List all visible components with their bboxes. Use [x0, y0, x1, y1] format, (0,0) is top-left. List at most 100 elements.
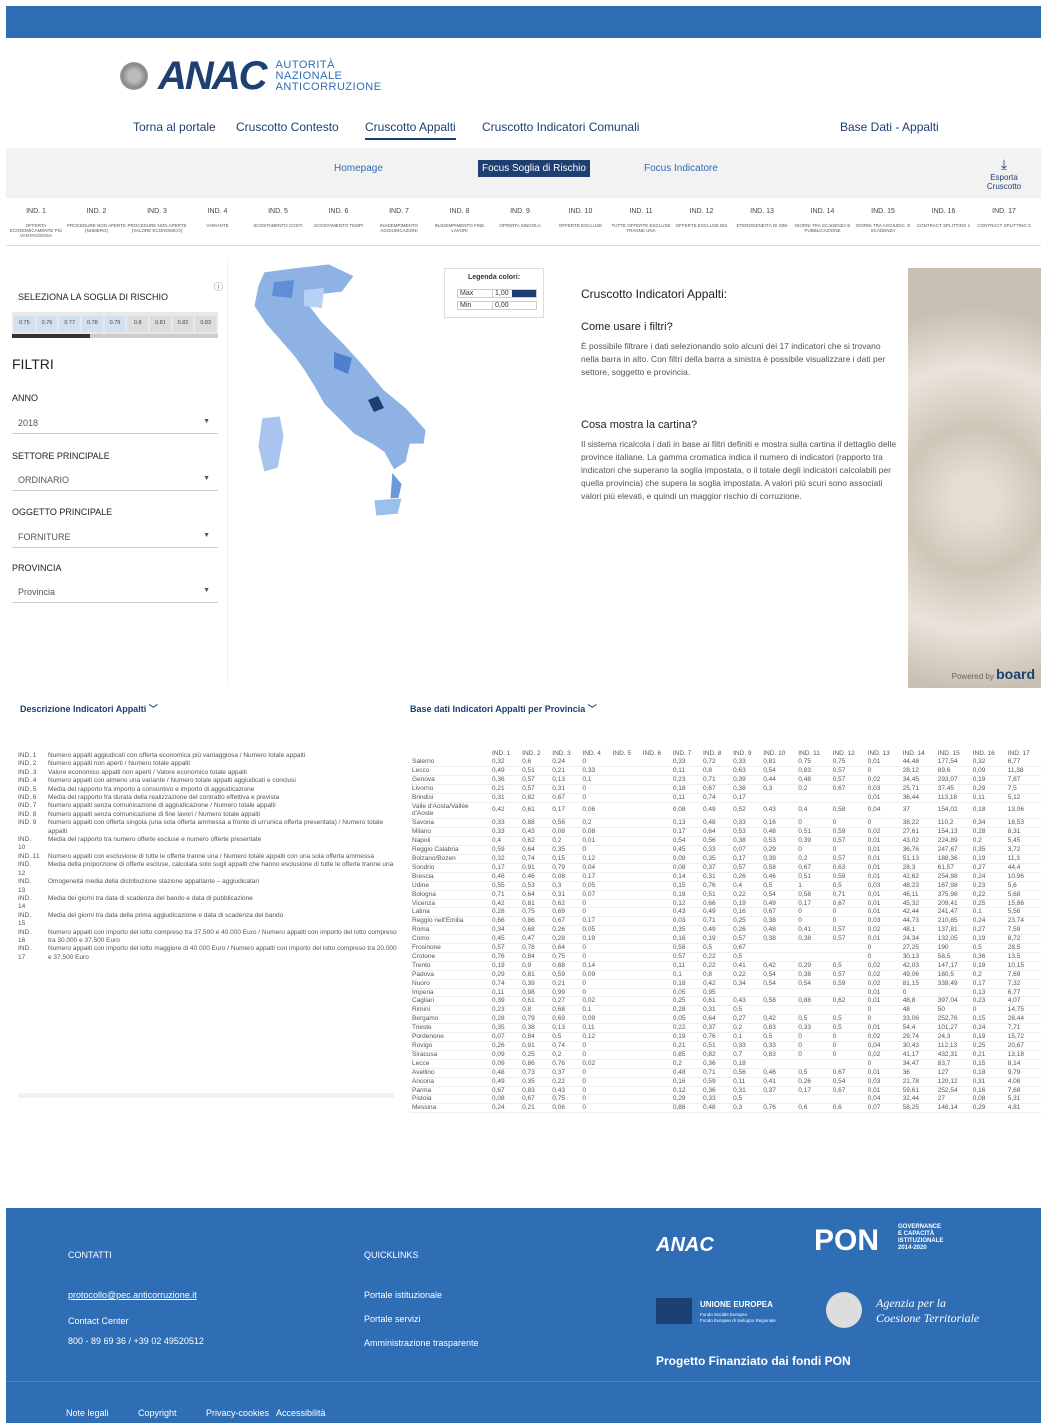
threshold-option[interactable]: 0.76 — [36, 316, 58, 332]
table-col-header[interactable]: IND. 11 — [796, 748, 830, 758]
footer-accessibilita[interactable]: Accessibilità — [276, 1408, 326, 1418]
indicator-tab-14[interactable]: IND. 14 GIORNI TRA SCADENZA E PUBBLICAZIO… — [793, 200, 853, 246]
nav-cruscotto-contesto[interactable]: Cruscotto Contesto — [236, 120, 339, 134]
desc-row: IND. 5 Media del rapporto fra importo a c… — [18, 785, 255, 793]
footer-contact-center[interactable]: Contact Center — [68, 1316, 129, 1326]
desc-section-toggle[interactable]: Descrizione Indicatori Appalti ﹀ — [20, 702, 158, 715]
main-nav: Torna al portale Cruscotto Contesto Crus… — [0, 120, 1041, 140]
nav-cruscotto-appalti[interactable]: Cruscotto Appalti — [365, 120, 456, 140]
threshold-option[interactable]: 0.81 — [150, 316, 171, 332]
footer-privacy[interactable]: Privacy-cookies — [206, 1408, 269, 1418]
tab-focus-soglia[interactable]: Focus Soglia di Rischio — [478, 160, 590, 177]
table-col-header[interactable]: IND. 5 — [611, 748, 641, 758]
indicator-tab-1[interactable]: IND. 1 OFFERTA ECONOMICAMENTE PIÙ VANTAGG… — [6, 200, 66, 246]
threshold-option[interactable]: 0.75 — [14, 316, 35, 332]
province-data-table: IND. 1 IND. 2 IND. 3 IND. 4 IND. 5 IND. 6 IND.… — [410, 748, 1041, 1114]
footer-link-servizi[interactable]: Portale servizi — [364, 1314, 421, 1324]
table-col-header[interactable]: IND. 15 — [936, 748, 971, 758]
threshold-option[interactable]: 0.79 — [104, 316, 126, 332]
indicator-tab-16[interactable]: IND. 16 CONTRACT SPLITTING 1 — [914, 200, 974, 246]
indicator-number: IND. 6 — [328, 208, 349, 215]
table-col-header[interactable]: IND. 13 — [866, 748, 901, 758]
threshold-option[interactable]: 0.82 — [172, 316, 194, 332]
table-col-header[interactable]: IND. 4 — [580, 748, 610, 758]
indicator-tab-11[interactable]: IND. 11 TUTTE OFFERTE ESCLUSE TRANNE UNA — [611, 200, 671, 246]
footer-note-legali[interactable]: Note legali — [66, 1408, 109, 1418]
threshold-option[interactable]: 0.8 — [127, 316, 149, 332]
table-col-header[interactable]: IND. 9 — [731, 748, 761, 758]
table-col-header[interactable]: IND. 2 — [520, 748, 550, 758]
table-col-header[interactable]: IND. 7 — [671, 748, 701, 758]
table-row: Siracusa 0,09 0,25 0,2 0 0,85 0,82 0,7 0,83 0 0 0,0… — [410, 1050, 1041, 1060]
indicator-desc: OFFERTA SINGOLA — [499, 223, 541, 228]
table-col-header[interactable]: IND. 14 — [901, 748, 936, 758]
desc-row: IND. 4 Numero appalti con almeno una vari… — [18, 777, 296, 785]
threshold-option[interactable]: 0.78 — [82, 316, 103, 332]
indicator-desc: CONTRACT SPLITTING 1 — [916, 223, 971, 228]
filters-title: FILTRI — [12, 356, 54, 372]
tab-homepage[interactable]: Homepage — [330, 160, 387, 177]
table-row: Parma 0,67 0,83 0,43 0 0,12 0,36 0,31 0,37 0,17 0,… — [410, 1086, 1041, 1096]
indicator-tab-13[interactable]: IND. 13 ETEROGENEITÀ DI SINI — [732, 200, 792, 246]
threshold-slider[interactable] — [12, 334, 218, 338]
indicator-tab-2[interactable]: IND. 2 PROCEDURE NON APERTE (NUMERO) — [67, 200, 127, 246]
oggetto-select[interactable]: FORNITURE ▼ — [12, 526, 218, 548]
indicator-desc: GIORNI TRA AGGIUDIC. E SCADENZA — [855, 223, 911, 233]
footer-link-portale[interactable]: Portale istituzionale — [364, 1290, 442, 1300]
indicator-tab-7[interactable]: IND. 7 INADEMPIMENTO AGGIUDICAZIONI — [369, 200, 429, 246]
indicator-desc: OFFERTE ESCLUSE — [558, 223, 603, 228]
footer-email-link[interactable]: protocollo@pec.anticorruzione.it — [68, 1290, 197, 1300]
nav-cruscotto-comunali[interactable]: Cruscotto Indicatori Comunali — [482, 120, 639, 134]
db-section-toggle[interactable]: Base dati Indicatori Appalti per Provinc… — [410, 702, 597, 715]
help-icon[interactable]: ⓘ — [214, 280, 223, 293]
chevron-down-icon: ﹀ — [587, 704, 597, 714]
nav-base-dati[interactable]: Base Dati - Appalti — [840, 120, 939, 134]
footer-contatti-title: CONTATTI — [68, 1250, 112, 1260]
desc-scrollbar[interactable] — [18, 1093, 394, 1098]
info-panel: Cruscotto Indicatori Appalti: Come usare… — [573, 268, 908, 688]
footer-anac-logo: ANAC — [656, 1234, 714, 1256]
footer-progetto: Progetto Finanziato dai fondi PON — [656, 1354, 851, 1368]
table-col-header[interactable]: IND. 12 — [831, 748, 866, 758]
footer-link-trasparente[interactable]: Amministrazione trasparente — [364, 1338, 479, 1348]
indicator-desc: ETEROGENEITÀ DI SINI — [736, 223, 788, 228]
indicator-desc: SCOSTAMENTO TEMPI — [313, 223, 364, 228]
table-row: Brindisi 0,31 0,82 0,67 0 0,11 0,74 0,17 0,01 36,… — [410, 793, 1041, 803]
threshold-selector[interactable]: 0.75 0.76 0.77 0.78 0.79 0.8 0.81 0.82 0.83 — [12, 312, 218, 336]
color-legend: Legenda colori: Max 1,00 Min 0,00 — [444, 268, 544, 318]
info-text-filters: È possibile filtrare i dati selezionando… — [581, 341, 886, 377]
table-col-header[interactable]: IND. 10 — [761, 748, 796, 758]
table-col-header[interactable]: IND. 17 — [1006, 748, 1041, 758]
table-col-header[interactable]: IND. 16 — [971, 748, 1006, 758]
indicator-tab-4[interactable]: IND. 4 VARIANTE — [188, 200, 248, 246]
indicator-tab-3[interactable]: IND. 3 PROCEDURE NON APERTE (VALORE ECONO… — [127, 200, 187, 246]
table-col-header[interactable]: IND. 3 — [550, 748, 580, 758]
tab-focus-indicatore[interactable]: Focus Indicatore — [640, 160, 722, 177]
footer-pon-sub: GOVERNANCE E CAPACITÀ ISTITUZIONALE 2014-20… — [898, 1224, 944, 1251]
table-col-header[interactable]: IND. 8 — [701, 748, 731, 758]
indicator-tab-12[interactable]: IND. 12 OFFERTE ESCLUSE BIS — [672, 200, 732, 246]
provincia-select[interactable]: Provincia ▼ — [12, 581, 218, 603]
anac-logo[interactable]: ANAC AUTORITÀ NAZIONALE ANTICORRUZIONE — [120, 54, 382, 98]
indicator-desc: INADEMPIMENTO FINE LAVORI — [434, 223, 485, 233]
indicator-tab-8[interactable]: IND. 8 INADEMPIMENTO FINE LAVORI — [430, 200, 490, 246]
settore-select[interactable]: ORDINARIO ▼ — [12, 469, 218, 491]
table-col-header[interactable]: IND. 1 — [490, 748, 520, 758]
anno-select[interactable]: 2018 ▼ — [12, 412, 218, 434]
footer-copyright[interactable]: Copyright — [138, 1408, 177, 1418]
indicator-tab-15[interactable]: IND. 15 GIORNI TRA AGGIUDIC. E SCADENZA — [853, 200, 913, 246]
footer-ue: UNIONE EUROPEA — [700, 1300, 773, 1309]
nav-torna-portale[interactable]: Torna al portale — [133, 120, 216, 134]
indicator-tab-17[interactable]: IND. 17 CONTRACT SPLITTING 2 — [974, 200, 1034, 246]
indicator-tab-5[interactable]: IND. 5 SCOSTAMENTO COSTI — [248, 200, 308, 246]
threshold-option[interactable]: 0.83 — [195, 316, 217, 332]
italy-risk-map[interactable] — [234, 262, 444, 540]
table-row: Sondrio 0,17 0,91 0,79 0,04 0,08 0,37 0,57 0,58 0… — [410, 863, 1041, 873]
indicator-tab-6[interactable]: IND. 6 SCOSTAMENTO TEMPI — [309, 200, 369, 246]
export-button[interactable]: ⤓ Esporta Cruscotto — [974, 156, 1034, 191]
indicator-desc: CONTRACT SPLITTING 2 — [977, 223, 1031, 228]
indicator-tab-10[interactable]: IND. 10 OFFERTE ESCLUSE — [551, 200, 611, 246]
table-col-header[interactable]: IND. 6 — [641, 748, 671, 758]
indicator-tab-9[interactable]: IND. 9 OFFERTA SINGOLA — [490, 200, 550, 246]
threshold-option[interactable]: 0.77 — [59, 316, 81, 332]
